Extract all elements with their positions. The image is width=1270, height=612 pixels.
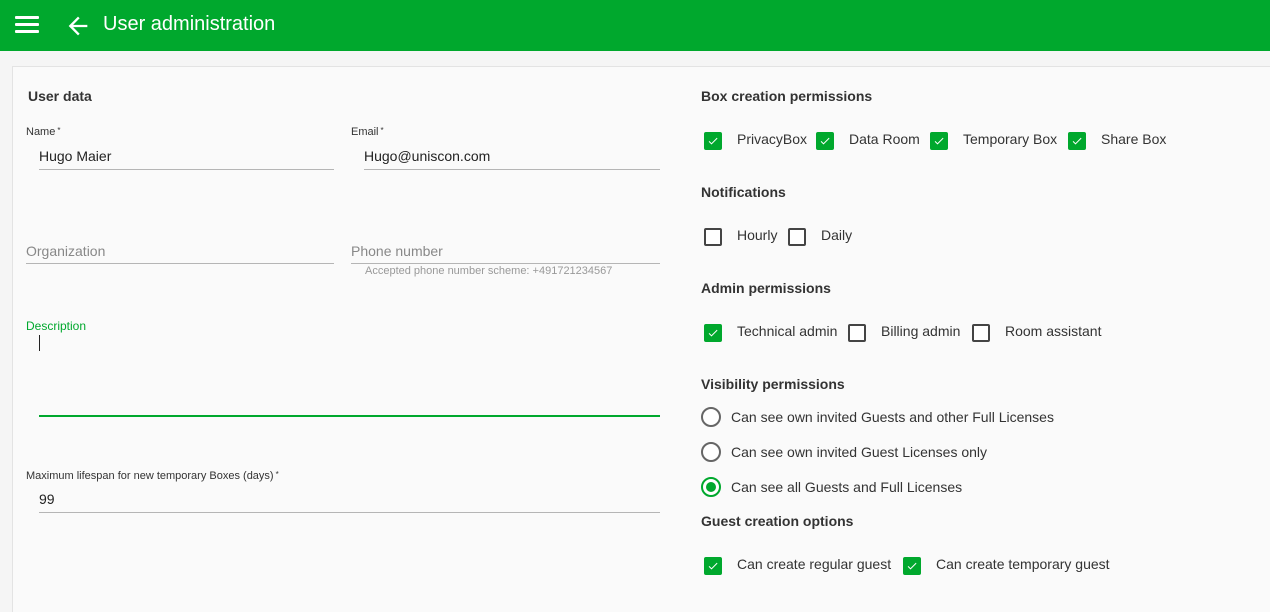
name-underline (39, 169, 334, 170)
data-room-label: Data Room (849, 131, 920, 147)
daily-checkbox[interactable] (788, 228, 806, 246)
name-field[interactable]: Hugo Maier (39, 148, 111, 164)
hourly-checkbox[interactable] (704, 228, 722, 246)
phone-number-underline (351, 263, 660, 264)
lifespan-underline (39, 512, 660, 513)
notifications-heading: Notifications (701, 184, 786, 200)
hamburger-menu-icon[interactable] (15, 16, 39, 36)
room-assistant-label: Room assistant (1005, 323, 1102, 339)
email-field[interactable]: Hugo@uniscon.com (364, 148, 490, 164)
billing-admin-label: Billing admin (881, 323, 961, 339)
guest-creation-heading: Guest creation options (701, 513, 854, 529)
phone-number-hint: Accepted phone number scheme: +491721234… (365, 265, 613, 277)
technical-admin-checkbox[interactable] (704, 324, 722, 342)
privacybox-checkbox[interactable] (704, 132, 722, 150)
admin-permissions-heading: Admin permissions (701, 280, 831, 296)
billing-admin-checkbox[interactable] (848, 324, 866, 342)
lifespan-label: Maximum lifespan for new temporary Boxes… (26, 470, 279, 482)
regular-guest-checkbox[interactable] (704, 557, 722, 575)
hourly-label: Hourly (737, 227, 778, 243)
lifespan-field[interactable]: 99 (39, 491, 55, 507)
page-title: User administration (103, 13, 276, 35)
share-box-label: Share Box (1101, 131, 1167, 147)
share-box-checkbox[interactable] (1068, 132, 1086, 150)
temporary-guest-label: Can create temporary guest (936, 556, 1110, 572)
check-icon (934, 137, 944, 145)
regular-guest-label: Can create regular guest (737, 556, 892, 572)
data-room-checkbox[interactable] (816, 132, 834, 150)
name-label: Name * (26, 126, 61, 138)
back-arrow-icon[interactable] (64, 12, 92, 40)
description-textarea[interactable] (39, 333, 660, 415)
check-icon (1072, 137, 1082, 145)
technical-admin-label: Technical admin (737, 323, 838, 339)
app-header: User administration (0, 0, 1270, 51)
visibility-radio-guests-only[interactable] (701, 442, 721, 462)
privacybox-label: PrivacyBox (737, 131, 808, 147)
visibility-radio-all[interactable] (701, 477, 721, 497)
check-icon (708, 562, 718, 570)
phone-number-field[interactable]: Phone number (351, 243, 443, 259)
visibility-radio-guests-and-full[interactable] (701, 407, 721, 427)
check-icon (820, 137, 830, 145)
check-icon (708, 137, 718, 145)
temporary-guest-checkbox[interactable] (903, 557, 921, 575)
temporary-box-label: Temporary Box (963, 131, 1058, 147)
check-icon (907, 562, 917, 570)
box-creation-heading: Box creation permissions (701, 88, 873, 104)
visibility-label-guests-only: Can see own invited Guest Licenses only (731, 444, 988, 460)
visibility-label-all: Can see all Guests and Full Licenses (731, 479, 963, 495)
visibility-label-guests-and-full: Can see own invited Guests and other Ful… (731, 409, 1054, 425)
organization-field[interactable]: Organization (26, 243, 105, 259)
daily-label: Daily (821, 227, 853, 243)
description-underline (39, 415, 660, 417)
description-label: Description (26, 319, 87, 333)
visibility-heading: Visibility permissions (701, 376, 845, 392)
room-assistant-checkbox[interactable] (972, 324, 990, 342)
check-icon (708, 329, 718, 337)
user-data-heading: User data (28, 88, 92, 104)
email-underline (364, 169, 660, 170)
organization-underline (26, 263, 334, 264)
email-label: Email * (351, 126, 384, 138)
temporary-box-checkbox[interactable] (930, 132, 948, 150)
